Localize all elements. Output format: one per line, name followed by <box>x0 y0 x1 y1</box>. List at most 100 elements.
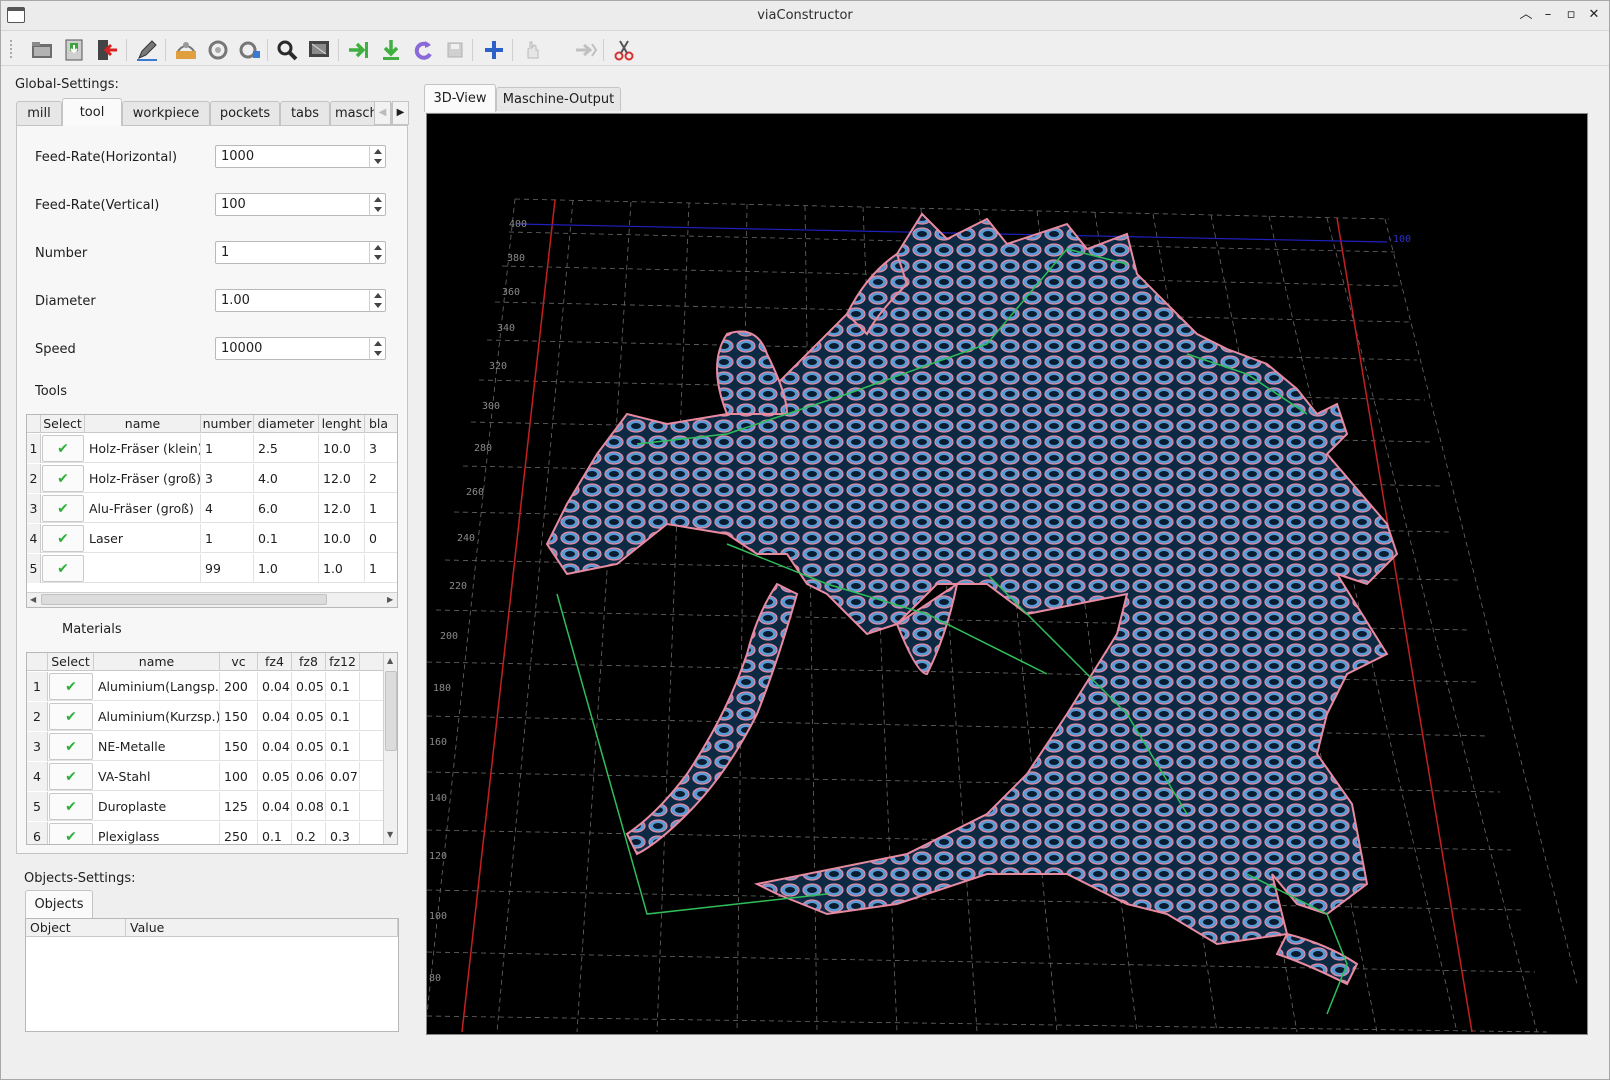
screen-icon[interactable] <box>306 37 332 63</box>
tool-name-cell[interactable]: Laser <box>85 524 201 553</box>
tool-diameter-cell[interactable]: 4.0 <box>254 464 319 493</box>
tab-scroll-left-icon[interactable]: ◀ <box>374 101 391 125</box>
check-icon[interactable]: ✔ <box>49 703 93 730</box>
spin-arrows[interactable] <box>369 242 385 263</box>
material-fz8-cell[interactable]: 0.05 <box>292 732 326 761</box>
column-header-bla[interactable]: bla <box>365 415 397 433</box>
chevron-up-icon[interactable]: ︿ <box>1517 6 1535 24</box>
table-row[interactable]: 4 ✔ VA-Stahl 100 0.05 0.06 0.07 <box>27 762 383 791</box>
mill-paths-2-icon[interactable] <box>205 37 231 63</box>
row-number[interactable]: 2 <box>27 702 48 731</box>
material-name-cell[interactable]: Aluminium(Langsp.) <box>94 672 220 701</box>
disk-icon[interactable] <box>442 37 468 63</box>
arrow-right-icon[interactable] <box>346 37 372 63</box>
material-fz4-cell[interactable]: 0.04 <box>258 792 292 821</box>
material-fz4-cell[interactable]: 0.04 <box>258 732 292 761</box>
column-header-select[interactable]: Select <box>48 653 94 671</box>
row-number[interactable]: 3 <box>27 732 48 761</box>
material-vc-cell[interactable]: 200 <box>220 672 258 701</box>
mill-paths-icon[interactable] <box>173 37 199 63</box>
toolbar-grip[interactable] <box>10 40 13 58</box>
tool-lenght-cell[interactable]: 12.0 <box>319 494 365 523</box>
table-row[interactable]: 2 ✔ Holz-Fräser (groß) 3 4.0 12.0 2 <box>27 464 397 493</box>
tab-maschine-output[interactable]: Maschine-Output <box>496 87 621 111</box>
tool-bla-cell[interactable]: 3 <box>365 434 397 463</box>
column-header-name[interactable]: name <box>85 415 201 433</box>
row-number[interactable]: 1 <box>27 672 48 701</box>
material-fz4-cell[interactable]: 0.1 <box>258 822 292 844</box>
material-fz12-cell[interactable]: 0.1 <box>326 732 360 761</box>
open-file-icon[interactable] <box>29 37 55 63</box>
edit-icon[interactable] <box>134 37 160 63</box>
row-number[interactable]: 4 <box>27 762 48 791</box>
material-name-cell[interactable]: Plexiglass <box>94 822 220 844</box>
check-icon[interactable]: ✔ <box>49 733 93 760</box>
mill-paths-3-icon[interactable] <box>237 37 263 63</box>
diameter-input[interactable] <box>216 290 368 311</box>
material-vc-cell[interactable]: 100 <box>220 762 258 791</box>
save-file-icon[interactable] <box>61 37 87 63</box>
table-row[interactable]: 6 ✔ Plexiglass 250 0.1 0.2 0.3 <box>27 822 383 844</box>
diameter-spinbox[interactable] <box>215 289 386 312</box>
tool-lenght-cell[interactable]: 12.0 <box>319 464 365 493</box>
tool-bla-cell[interactable]: 0 <box>365 524 397 553</box>
material-fz8-cell[interactable]: 0.08 <box>292 792 326 821</box>
tool-diameter-cell[interactable]: 6.0 <box>254 494 319 523</box>
tool-lenght-cell[interactable]: 10.0 <box>319 524 365 553</box>
download-icon[interactable] <box>378 37 404 63</box>
check-icon[interactable]: ✔ <box>42 435 84 462</box>
tool-name-cell[interactable]: Alu-Fräser (groß) <box>85 494 201 523</box>
tab-3d-view[interactable]: 3D-View <box>424 84 496 112</box>
feed-rate-horizontal-spinbox[interactable] <box>215 145 386 168</box>
column-header-fz4[interactable]: fz4 <box>258 653 292 671</box>
scroll-right-icon[interactable]: ▶ <box>387 595 393 604</box>
corner-cell[interactable] <box>27 653 48 671</box>
tab-tool[interactable]: tool <box>62 98 122 126</box>
add-icon[interactable] <box>481 37 507 63</box>
material-fz8-cell[interactable]: 0.05 <box>292 672 326 701</box>
column-header-object[interactable]: Object <box>26 919 126 937</box>
row-number[interactable]: 4 <box>27 524 41 553</box>
hand-icon[interactable] <box>520 37 546 63</box>
corner-cell[interactable] <box>27 415 41 433</box>
cut-icon[interactable] <box>611 37 637 63</box>
table-row[interactable]: 2 ✔ Aluminium(Kurzsp.) 150 0.04 0.05 0.1 <box>27 702 383 731</box>
check-icon[interactable]: ✔ <box>49 673 93 700</box>
check-icon[interactable]: ✔ <box>49 823 93 844</box>
material-name-cell[interactable]: NE-Metalle <box>94 732 220 761</box>
material-fz12-cell[interactable]: 0.07 <box>326 762 360 791</box>
column-header-vc[interactable]: vc <box>220 653 258 671</box>
reload-icon[interactable] <box>410 37 436 63</box>
tab-objects[interactable]: Objects <box>25 890 93 918</box>
close-icon[interactable]: ✕ <box>1585 6 1603 24</box>
material-fz12-cell[interactable]: 0.1 <box>326 672 360 701</box>
check-icon[interactable]: ✔ <box>42 495 84 522</box>
table-row[interactable]: 5 ✔ 99 1.0 1.0 1 <box>27 554 397 583</box>
tool-number-cell[interactable]: 3 <box>201 464 254 493</box>
column-header-name[interactable]: name <box>94 653 220 671</box>
tool-diameter-cell[interactable]: 2.5 <box>254 434 319 463</box>
feed-rate-vertical-input[interactable] <box>216 194 368 215</box>
scrollbar-thumb[interactable] <box>41 594 327 605</box>
tools-horizontal-scrollbar[interactable]: ◀ ▶ <box>27 592 397 607</box>
tool-lenght-cell[interactable]: 10.0 <box>319 434 365 463</box>
exit-icon[interactable] <box>94 37 120 63</box>
scroll-left-icon[interactable]: ◀ <box>30 595 36 604</box>
materials-vertical-scrollbar[interactable]: ▲ ▼ <box>383 653 397 844</box>
tool-diameter-cell[interactable]: 1.0 <box>254 554 319 583</box>
number-spinbox[interactable] <box>215 241 386 264</box>
feed-rate-horizontal-input[interactable] <box>216 146 368 167</box>
tool-bla-cell[interactable]: 2 <box>365 464 397 493</box>
feed-rate-vertical-spinbox[interactable] <box>215 193 386 216</box>
tool-number-cell[interactable]: 1 <box>201 524 254 553</box>
column-header-lenght[interactable]: lenght <box>319 415 365 433</box>
tab-tabs[interactable]: tabs <box>280 101 330 125</box>
tool-name-cell[interactable]: Holz-Fräser (groß) <box>85 464 201 493</box>
material-fz12-cell[interactable]: 0.1 <box>326 702 360 731</box>
material-vc-cell[interactable]: 125 <box>220 792 258 821</box>
column-header-fz12[interactable]: fz12 <box>326 653 360 671</box>
tool-bla-cell[interactable]: 1 <box>365 494 397 523</box>
scrollbar-thumb[interactable] <box>385 671 397 751</box>
material-vc-cell[interactable]: 150 <box>220 702 258 731</box>
material-name-cell[interactable]: VA-Stahl <box>94 762 220 791</box>
